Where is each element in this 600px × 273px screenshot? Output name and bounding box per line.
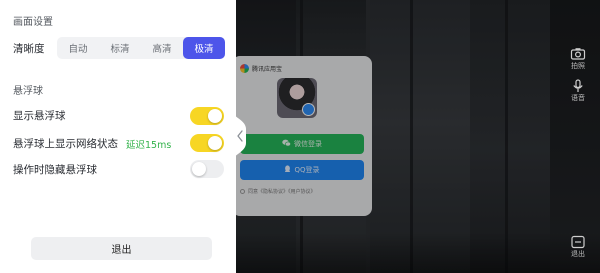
hide-on-operate-toggle[interactable] xyxy=(190,160,224,178)
settings-panel: 画面设置 清晰度 自动 标清 高清 极清 悬浮球 显示悬浮球 悬浮球上显示网络状… xyxy=(0,0,236,273)
float-ball-section-title: 悬浮球 xyxy=(13,86,43,97)
camera-button[interactable]: 拍照 xyxy=(566,46,590,71)
mic-icon xyxy=(570,78,586,92)
voice-button[interactable]: 语音 xyxy=(566,78,590,103)
clarity-option-high[interactable]: 高清 xyxy=(141,37,183,59)
clarity-label: 清晰度 xyxy=(13,43,45,55)
side-exit-button[interactable]: 退出 xyxy=(566,234,590,259)
show-network-toggle[interactable] xyxy=(190,134,224,152)
latency-text: 延迟15ms xyxy=(126,140,172,151)
clarity-option-auto[interactable]: 自动 xyxy=(57,37,99,59)
toggle-knob xyxy=(208,109,222,123)
display-settings-title: 画面设置 xyxy=(13,17,53,28)
clarity-option-ultra[interactable]: 极清 xyxy=(183,37,225,59)
clarity-selector: 自动 标清 高清 极清 xyxy=(57,37,225,59)
voice-label: 语音 xyxy=(571,95,585,102)
clarity-option-standard[interactable]: 标清 xyxy=(99,37,141,59)
side-exit-label: 退出 xyxy=(571,251,585,258)
toggle-knob xyxy=(208,136,222,150)
show-float-ball-label: 显示悬浮球 xyxy=(13,110,66,122)
toggle-knob xyxy=(192,162,206,176)
dim-overlay xyxy=(236,0,600,273)
exit-icon xyxy=(570,234,586,249)
exit-button[interactable]: 退出 xyxy=(31,237,212,260)
collapse-panel-tab[interactable] xyxy=(230,107,252,165)
show-network-label: 悬浮球上显示网络状态 xyxy=(13,138,118,150)
hide-on-operate-label: 操作时隐藏悬浮球 xyxy=(13,164,97,176)
camera-label: 拍照 xyxy=(571,63,585,70)
camera-icon xyxy=(570,46,586,60)
show-float-ball-toggle[interactable] xyxy=(190,107,224,125)
